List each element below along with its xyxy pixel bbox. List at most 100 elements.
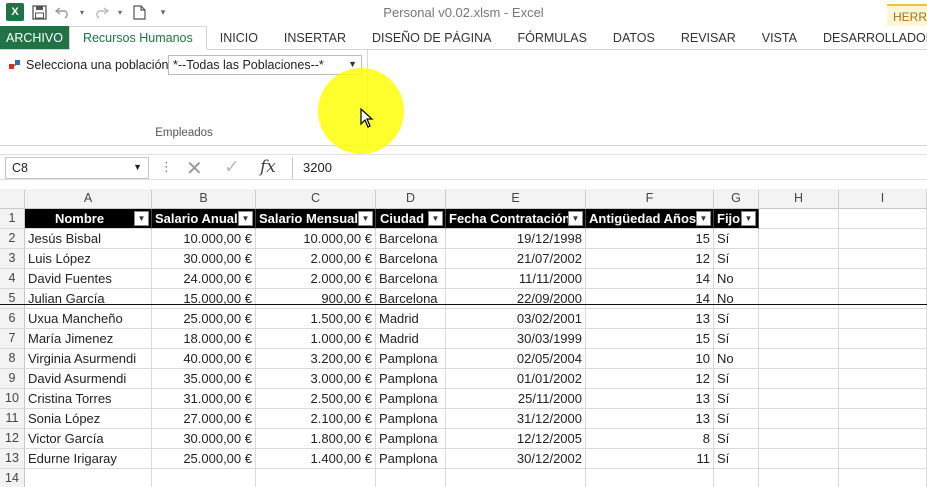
- cell[interactable]: 3.200,00 €: [256, 349, 376, 369]
- cell[interactable]: 14: [586, 289, 714, 309]
- row-header[interactable]: 4: [0, 269, 25, 289]
- cell[interactable]: Luis López: [25, 249, 152, 269]
- empty-cell[interactable]: [759, 409, 839, 429]
- cell[interactable]: 30.000,00 €: [152, 249, 256, 269]
- cell[interactable]: 15: [586, 229, 714, 249]
- cell[interactable]: 1.500,00 €: [256, 309, 376, 329]
- cell[interactable]: No: [714, 269, 759, 289]
- tab-archivo[interactable]: ARCHIVO: [0, 26, 69, 49]
- empty-cell[interactable]: [839, 429, 927, 449]
- empty-cell[interactable]: [152, 469, 256, 487]
- empty-cell[interactable]: [839, 349, 927, 369]
- cell[interactable]: Jesús Bisbal: [25, 229, 152, 249]
- cell[interactable]: 11: [586, 449, 714, 469]
- row-header[interactable]: 8: [0, 349, 25, 369]
- empty-cell[interactable]: [839, 269, 927, 289]
- cell[interactable]: 24.000,00 €: [152, 269, 256, 289]
- cell[interactable]: Pamplona: [376, 349, 446, 369]
- empty-cell[interactable]: [839, 249, 927, 269]
- cell[interactable]: Pamplona: [376, 409, 446, 429]
- empty-cell[interactable]: [839, 409, 927, 429]
- cell[interactable]: 3.000,00 €: [256, 369, 376, 389]
- filter-dropdown-icon[interactable]: ▼: [696, 211, 711, 226]
- cell[interactable]: Sí: [714, 329, 759, 349]
- cell[interactable]: 21/07/2002: [446, 249, 586, 269]
- column-header-f[interactable]: F: [586, 189, 714, 209]
- empty-cell[interactable]: [25, 469, 152, 487]
- cell[interactable]: 10: [586, 349, 714, 369]
- cell[interactable]: María Jimenez: [25, 329, 152, 349]
- cell[interactable]: 13: [586, 389, 714, 409]
- row-header[interactable]: 14: [0, 469, 25, 487]
- cell[interactable]: 40.000,00 €: [152, 349, 256, 369]
- cell[interactable]: 15: [586, 329, 714, 349]
- table-header-cell[interactable]: Antigüedad Años ▼: [586, 209, 714, 229]
- name-box[interactable]: C8 ▼: [5, 157, 149, 179]
- tab-recursos-humanos[interactable]: Recursos Humanos: [68, 26, 207, 50]
- row-header[interactable]: 3: [0, 249, 25, 269]
- empty-cell[interactable]: [839, 309, 927, 329]
- cell[interactable]: 2.100,00 €: [256, 409, 376, 429]
- table-header-cell[interactable]: Nombre ▼: [25, 209, 152, 229]
- cell[interactable]: 1.000,00 €: [256, 329, 376, 349]
- formula-input[interactable]: 3200: [292, 157, 927, 179]
- more-options-icon[interactable]: ⋮: [160, 159, 173, 175]
- empty-cell[interactable]: [839, 329, 927, 349]
- filter-dropdown-icon[interactable]: ▼: [568, 211, 583, 226]
- cell[interactable]: 18.000,00 €: [152, 329, 256, 349]
- cell[interactable]: 25/11/2000: [446, 389, 586, 409]
- cell[interactable]: Barcelona: [376, 229, 446, 249]
- empty-cell[interactable]: [446, 469, 586, 487]
- empty-cell[interactable]: [759, 369, 839, 389]
- cell[interactable]: 2.000,00 €: [256, 269, 376, 289]
- poblacion-combobox[interactable]: *--Todas las Poblaciones--* ▼: [168, 55, 362, 75]
- cell[interactable]: 1.400,00 €: [256, 449, 376, 469]
- empty-cell[interactable]: [759, 269, 839, 289]
- row-header[interactable]: 5: [0, 289, 25, 309]
- cell[interactable]: 12: [586, 249, 714, 269]
- cell[interactable]: 03/02/2001: [446, 309, 586, 329]
- table-header-cell[interactable]: Fijo ▼: [714, 209, 759, 229]
- tab-revisar[interactable]: REVISAR: [668, 26, 749, 49]
- column-header-c[interactable]: C: [256, 189, 376, 209]
- chevron-down-icon[interactable]: ▼: [133, 162, 142, 172]
- cell[interactable]: Victor García: [25, 429, 152, 449]
- cell[interactable]: 1.800,00 €: [256, 429, 376, 449]
- cell[interactable]: Madrid: [376, 329, 446, 349]
- empty-cell[interactable]: [759, 249, 839, 269]
- column-header-i[interactable]: I: [839, 189, 927, 209]
- filter-dropdown-icon[interactable]: ▼: [358, 211, 373, 226]
- cell[interactable]: 19/12/1998: [446, 229, 586, 249]
- enter-check-icon[interactable]: ✓: [224, 156, 240, 179]
- cell[interactable]: 30/12/2002: [446, 449, 586, 469]
- cell[interactable]: Sí: [714, 249, 759, 269]
- column-header-b[interactable]: B: [152, 189, 256, 209]
- table-header-cell[interactable]: Salario Mensual ▼: [256, 209, 376, 229]
- cell[interactable]: Edurne Irigaray: [25, 449, 152, 469]
- column-header-a[interactable]: A: [25, 189, 152, 209]
- empty-cell[interactable]: [759, 429, 839, 449]
- cell[interactable]: Pamplona: [376, 389, 446, 409]
- cell[interactable]: David Fuentes: [25, 269, 152, 289]
- tab-diseño-de-página[interactable]: DISEÑO DE PÁGINA: [359, 26, 504, 49]
- cell[interactable]: Pamplona: [376, 369, 446, 389]
- cell[interactable]: Barcelona: [376, 249, 446, 269]
- empty-cell[interactable]: [714, 469, 759, 487]
- cell[interactable]: Barcelona: [376, 269, 446, 289]
- empty-cell[interactable]: [759, 289, 839, 309]
- table-header-cell[interactable]: Salario Anual ▼: [152, 209, 256, 229]
- row-header[interactable]: 9: [0, 369, 25, 389]
- cell[interactable]: 31.000,00 €: [152, 389, 256, 409]
- cell[interactable]: Sí: [714, 409, 759, 429]
- table-header-cell[interactable]: Fecha Contratación ▼: [446, 209, 586, 229]
- cell[interactable]: No: [714, 349, 759, 369]
- empty-cell[interactable]: [839, 449, 927, 469]
- cell[interactable]: 25.000,00 €: [152, 309, 256, 329]
- filter-dropdown-icon[interactable]: ▼: [238, 211, 253, 226]
- tab-desarrollador[interactable]: DESARROLLADOR: [810, 26, 927, 49]
- cell[interactable]: 22/09/2000: [446, 289, 586, 309]
- cell[interactable]: Pamplona: [376, 429, 446, 449]
- cell[interactable]: Sí: [714, 429, 759, 449]
- empty-cell[interactable]: [839, 469, 927, 487]
- row-header[interactable]: 7: [0, 329, 25, 349]
